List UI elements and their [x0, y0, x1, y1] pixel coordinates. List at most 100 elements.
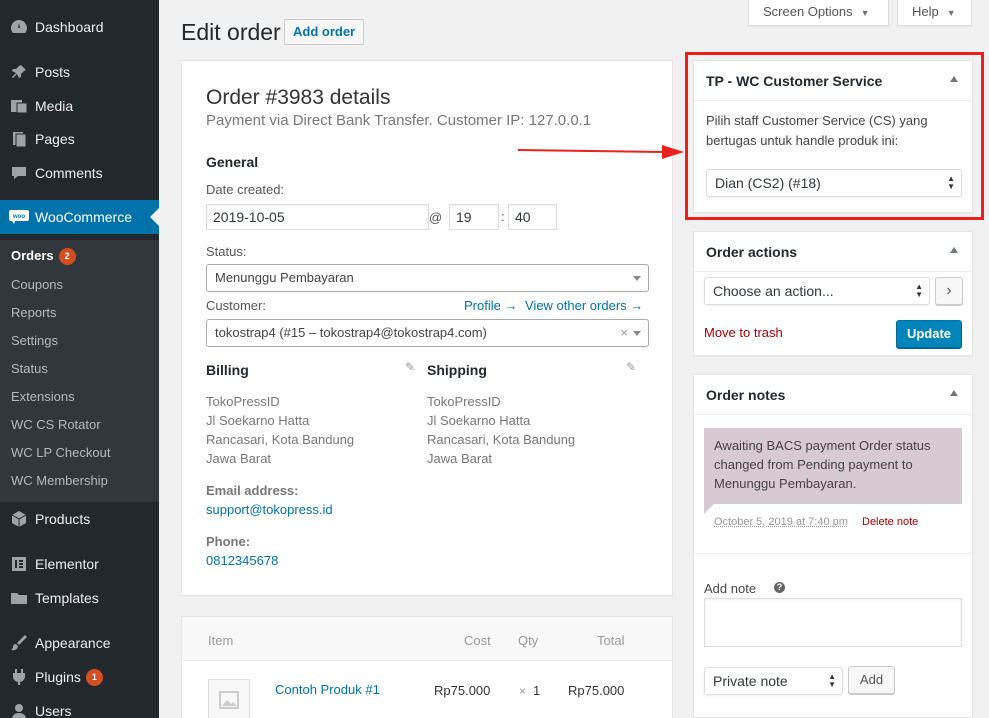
dashboard-icon: [0, 18, 35, 36]
col-qty: Qty: [518, 633, 538, 648]
date-created-label: Date created:: [206, 182, 284, 197]
screen-options-button[interactable]: Screen Options ▼: [748, 0, 889, 26]
submenu-orders[interactable]: Orders 2: [11, 248, 76, 265]
add-order-button[interactable]: Add order: [284, 19, 364, 45]
customer-label: Customer:: [206, 298, 266, 313]
status-select[interactable]: Menunggu Pembayaran: [206, 264, 649, 292]
menu-users[interactable]: Users: [0, 694, 159, 718]
col-item: Item: [208, 633, 233, 648]
order-notes-title[interactable]: Order notes: [694, 375, 972, 415]
admin-sidebar: Dashboard Posts Media Pages Comments woo…: [0, 0, 159, 718]
help-button[interactable]: Help ▼: [897, 0, 972, 26]
plugin-icon: [0, 668, 35, 686]
media-icon: [0, 97, 35, 115]
note-type-select[interactable]: Private note ▲ ▼: [704, 667, 843, 695]
minute-input[interactable]: 40: [508, 204, 557, 230]
menu-plugins[interactable]: Plugins 1: [0, 660, 159, 694]
delete-note-link[interactable]: Delete note: [862, 516, 918, 528]
cs-description: Pilih staff Customer Service (CS) yang b…: [706, 111, 961, 151]
pin-icon: [0, 63, 35, 81]
submenu-reports[interactable]: Reports: [11, 305, 57, 320]
submenu-wc-cs-rotator[interactable]: WC CS Rotator: [11, 417, 101, 432]
menu-posts[interactable]: Posts: [0, 55, 159, 89]
submenu-settings[interactable]: Settings: [11, 333, 58, 348]
order-actions-box: Order actions Choose an action... ▲ ▼ › Mo…: [693, 231, 973, 356]
edit-shipping-pencil-icon[interactable]: ✎: [626, 360, 636, 374]
menu-dashboard[interactable]: Dashboard: [0, 10, 159, 44]
submenu-wc-lp-checkout[interactable]: WC LP Checkout: [11, 445, 110, 460]
help-tip-icon[interactable]: ?: [774, 582, 785, 593]
menu-media[interactable]: Media: [0, 89, 159, 123]
products-icon: [0, 510, 35, 528]
shipping-heading: Shipping: [427, 362, 487, 378]
date-created-input[interactable]: 2019-10-05: [206, 204, 429, 230]
order-items-panel: Item Cost Qty Total Contoh Produk #1 Rp7…: [181, 616, 673, 718]
customer-service-box: TP - WC Customer Service Pilih staff Cus…: [693, 60, 973, 213]
menu-elementor[interactable]: Elementor: [0, 547, 159, 581]
menu-templates[interactable]: Templates: [0, 581, 159, 615]
email-link[interactable]: support@tokopress.id: [206, 502, 333, 517]
note-date: October 5, 2019 at 7:40 pm: [714, 516, 848, 528]
note-tail: [704, 504, 714, 514]
add-note-button[interactable]: Add: [848, 666, 895, 694]
menu-products[interactable]: Products: [0, 502, 159, 536]
pages-icon: [0, 130, 35, 148]
cs-box-title[interactable]: TP - WC Customer Service: [694, 61, 972, 101]
customer-select[interactable]: tokostrap4 (#15 – tokostrap4@tokostrap4.…: [206, 319, 649, 347]
plugins-update-badge: 1: [86, 669, 103, 686]
colon-separator: :: [501, 209, 505, 224]
chevron-down-icon: [633, 276, 641, 285]
divider: [694, 553, 972, 554]
caret-down-icon: ▼: [947, 8, 956, 18]
product-link[interactable]: Contoh Produk #1: [275, 682, 380, 697]
customer-profile-link[interactable]: Profile →: [464, 298, 517, 313]
updown-arrows-icon: ▲ ▼: [915, 283, 923, 299]
clear-customer-icon[interactable]: ×: [620, 320, 628, 346]
update-button[interactable]: Update: [896, 320, 962, 348]
col-total: Total: [597, 633, 624, 648]
order-notes-box: Order notes Awaiting BACS payment Order …: [693, 374, 973, 718]
menu-appearance[interactable]: Appearance: [0, 626, 159, 660]
menu-comments[interactable]: Comments: [0, 156, 159, 190]
email-label: Email address:: [206, 483, 299, 498]
collapse-toggle-icon[interactable]: [950, 247, 958, 253]
updown-arrows-icon: ▲ ▼: [828, 673, 836, 689]
collapse-toggle-icon[interactable]: [950, 390, 958, 396]
annotation-arrow-icon: [518, 142, 686, 160]
apply-action-button[interactable]: ›: [935, 277, 963, 305]
billing-heading: Billing: [206, 362, 249, 378]
image-placeholder-icon: [208, 679, 250, 718]
brush-icon: [0, 634, 35, 652]
menu-pages[interactable]: Pages: [0, 122, 159, 156]
submenu-coupons[interactable]: Coupons: [11, 277, 63, 292]
phone-link[interactable]: 0812345678: [206, 553, 278, 568]
edit-billing-pencil-icon[interactable]: ✎: [405, 360, 415, 374]
col-cost: Cost: [464, 633, 491, 648]
qty-times: ×: [519, 684, 526, 698]
updown-arrows-icon: ▲ ▼: [947, 175, 955, 191]
caret-down-icon: ▼: [861, 8, 870, 18]
collapse-toggle-icon[interactable]: [950, 76, 958, 82]
order-action-select[interactable]: Choose an action... ▲ ▼: [704, 277, 930, 305]
menu-woocommerce[interactable]: woo WooCommerce: [0, 200, 159, 234]
item-cost: Rp75.000: [434, 683, 490, 698]
hour-input[interactable]: 19: [449, 204, 499, 230]
order-heading: Order #3983 details: [206, 86, 390, 110]
comment-icon: [0, 164, 35, 182]
move-to-trash-link[interactable]: Move to trash: [704, 325, 783, 340]
view-other-orders-link[interactable]: View other orders →: [525, 298, 643, 313]
order-actions-title[interactable]: Order actions: [694, 232, 972, 272]
users-icon: [0, 702, 35, 718]
submenu-extensions[interactable]: Extensions: [11, 389, 75, 404]
billing-address: TokoPressID Jl Soekarno Hatta Rancasari,…: [206, 392, 354, 468]
note-textarea[interactable]: [704, 598, 962, 647]
order-data-panel: Order #3983 details Payment via Direct B…: [181, 60, 673, 596]
cs-staff-select[interactable]: Dian (CS2) (#18) ▲ ▼: [706, 169, 962, 197]
orders-count-badge: 2: [59, 248, 76, 265]
submenu-status[interactable]: Status: [11, 361, 48, 376]
submenu-wc-membership[interactable]: WC Membership: [11, 473, 108, 488]
woo-icon: woo: [0, 210, 35, 224]
status-label: Status:: [206, 244, 246, 259]
order-note: Awaiting BACS payment Order status chang…: [704, 428, 962, 504]
general-heading: General: [206, 154, 258, 170]
